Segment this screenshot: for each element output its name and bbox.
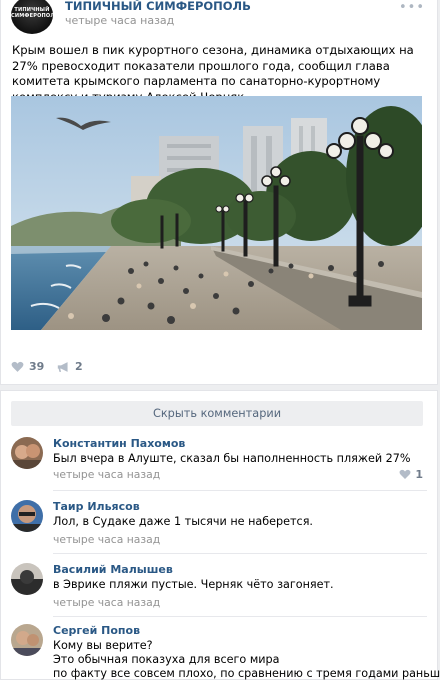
- comment-text: в Эврике пляжи пустые. Черняк чёто загон…: [53, 578, 334, 591]
- comment-time[interactable]: четыре часа назад: [53, 596, 160, 609]
- avatar-photo: [11, 500, 43, 532]
- like-count: 39: [29, 360, 45, 373]
- comment-text-line: по факту все совсем плохо, по сравнению …: [53, 667, 440, 680]
- commenter-avatar[interactable]: [11, 437, 43, 469]
- comment-divider: [53, 616, 427, 617]
- group-avatar-caption: ТИПИЧНЫЙ СИМФЕРОПОЛЬ: [11, 7, 53, 19]
- commenter-avatar[interactable]: [11, 624, 43, 656]
- group-name-link[interactable]: ТИПИЧНЫЙ СИМФЕРОПОЛЬ: [65, 0, 251, 13]
- comment-author[interactable]: Василий Малышев: [53, 563, 173, 576]
- avatar-photo: [11, 437, 43, 469]
- group-avatar[interactable]: ТИПИЧНЫЙ СИМФЕРОПОЛЬ: [11, 0, 53, 34]
- comment-time[interactable]: четыре часа назад: [53, 533, 160, 546]
- avatar-photo: [11, 563, 43, 595]
- comment-time[interactable]: четыре часа назад: [53, 468, 160, 481]
- post-header: ТИПИЧНЫЙ СИМФЕРОПОЛЬ ТИПИЧНЫЙ СИМФЕРОПОЛ…: [11, 0, 431, 40]
- beach-promenade-photo: [11, 96, 422, 330]
- comment-divider: [53, 553, 427, 554]
- comment-like-button[interactable]: 1: [399, 468, 423, 481]
- megaphone-icon: [57, 361, 68, 372]
- comment-text-line: Кому вы верите?: [53, 639, 153, 652]
- post-actions: 39 2: [11, 360, 211, 376]
- comment-author[interactable]: Сергей Попов: [53, 624, 140, 637]
- avatar-photo: [11, 624, 43, 656]
- comment-author[interactable]: Константин Пахомов: [53, 437, 185, 450]
- post-time[interactable]: четыре часа назад: [65, 14, 174, 27]
- comment-text: Был вчера в Алуште, сказал бы наполненно…: [53, 452, 411, 465]
- hide-comments-button[interactable]: Скрыть комментарии: [11, 401, 423, 426]
- comment-text: Лол, в Судаке даже 1 тысячи не наберется…: [53, 515, 313, 528]
- comment-like-count: 1: [415, 468, 423, 481]
- share-count: 2: [75, 360, 83, 373]
- commenter-avatar[interactable]: [11, 500, 43, 532]
- commenter-avatar[interactable]: [11, 563, 43, 595]
- heart-icon: [11, 361, 24, 372]
- comment-author[interactable]: Таир Ильясов: [53, 500, 140, 513]
- post-photo[interactable]: [11, 96, 422, 330]
- comment-divider: [53, 490, 427, 491]
- share-button[interactable]: 2: [57, 360, 83, 373]
- comment-text: Кому вы верите? Это обычная показуха для…: [53, 639, 440, 680]
- heart-icon: [399, 469, 411, 479]
- comment-text-line: Это обычная показуха для всего мира: [53, 653, 280, 666]
- post-card: ТИПИЧНЫЙ СИМФЕРОПОЛЬ ТИПИЧНЫЙ СИМФЕРОПОЛ…: [0, 0, 438, 385]
- more-options-icon[interactable]: •••: [399, 0, 425, 15]
- like-button[interactable]: 39: [11, 360, 44, 373]
- comments-section: Скрыть комментарии Константин Пахомов Бы…: [0, 390, 440, 680]
